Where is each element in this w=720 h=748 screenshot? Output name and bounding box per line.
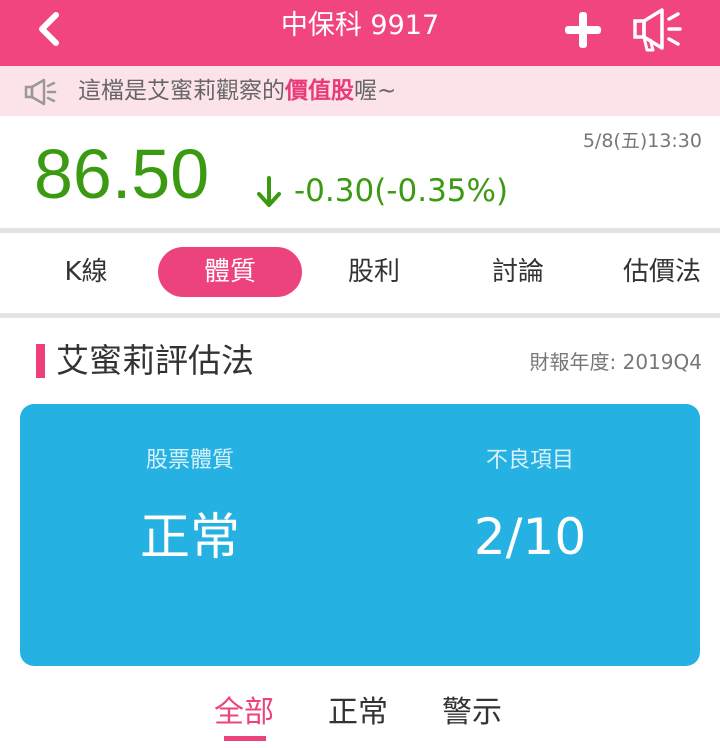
stock-price: 86.50 bbox=[34, 135, 210, 213]
stock-health-label: 股票體質 bbox=[145, 448, 234, 473]
section-title: 艾蜜莉評估法 bbox=[56, 341, 254, 380]
quote-panel: 86.50 -0.30(-0.35%) 5/8(五)13:30 bbox=[0, 116, 720, 228]
notice-text: 這檔是艾蜜莉觀察的價值股喔~ bbox=[78, 76, 396, 106]
tab-valuation[interactable]: 估價法 bbox=[590, 247, 720, 297]
megaphone-icon bbox=[24, 78, 57, 106]
bad-items-label: 不良項目 bbox=[485, 448, 574, 473]
announce-button[interactable] bbox=[632, 6, 684, 54]
filter-bar: 全部 正常 警示 bbox=[0, 688, 720, 748]
price-change: -0.30(-0.35%) bbox=[294, 173, 509, 209]
notice-highlight: 價值股 bbox=[285, 78, 354, 104]
app-header: 中保科 9917 bbox=[0, 0, 720, 66]
plus-icon bbox=[565, 12, 601, 48]
summary-card: 股票體質 正常 不良項目 2/10 bbox=[20, 404, 700, 666]
tab-bar: K線 體質 股利 討論 估價法 bbox=[0, 233, 720, 313]
notice-text-before: 這檔是艾蜜莉觀察的 bbox=[78, 78, 285, 104]
quote-timestamp: 5/8(五)13:30 bbox=[582, 130, 702, 152]
add-to-watchlist-button[interactable] bbox=[562, 9, 604, 51]
tab-fundamentals[interactable]: 體質 bbox=[158, 247, 302, 297]
page-title: 中保科 9917 bbox=[280, 10, 440, 41]
stock-health-value: 正常 bbox=[140, 508, 240, 566]
bad-items-value: 2/10 bbox=[473, 508, 587, 566]
tab-dividend[interactable]: 股利 bbox=[302, 247, 446, 297]
report-period: 財報年度: 2019Q4 bbox=[529, 350, 702, 374]
divider bbox=[0, 313, 720, 318]
notice-banner: 這檔是艾蜜莉觀察的價值股喔~ bbox=[0, 66, 720, 116]
filter-all[interactable]: 全部 bbox=[214, 692, 274, 734]
active-filter-indicator bbox=[224, 736, 266, 741]
tab-kline[interactable]: K線 bbox=[14, 247, 158, 297]
arrow-down-icon bbox=[257, 176, 281, 207]
filter-warning[interactable]: 警示 bbox=[442, 692, 502, 734]
megaphone-icon bbox=[633, 8, 682, 52]
filter-normal[interactable]: 正常 bbox=[328, 692, 388, 734]
section-marker bbox=[36, 344, 45, 378]
tab-discussion[interactable]: 討論 bbox=[446, 247, 590, 297]
notice-text-after: 喔~ bbox=[354, 78, 397, 104]
